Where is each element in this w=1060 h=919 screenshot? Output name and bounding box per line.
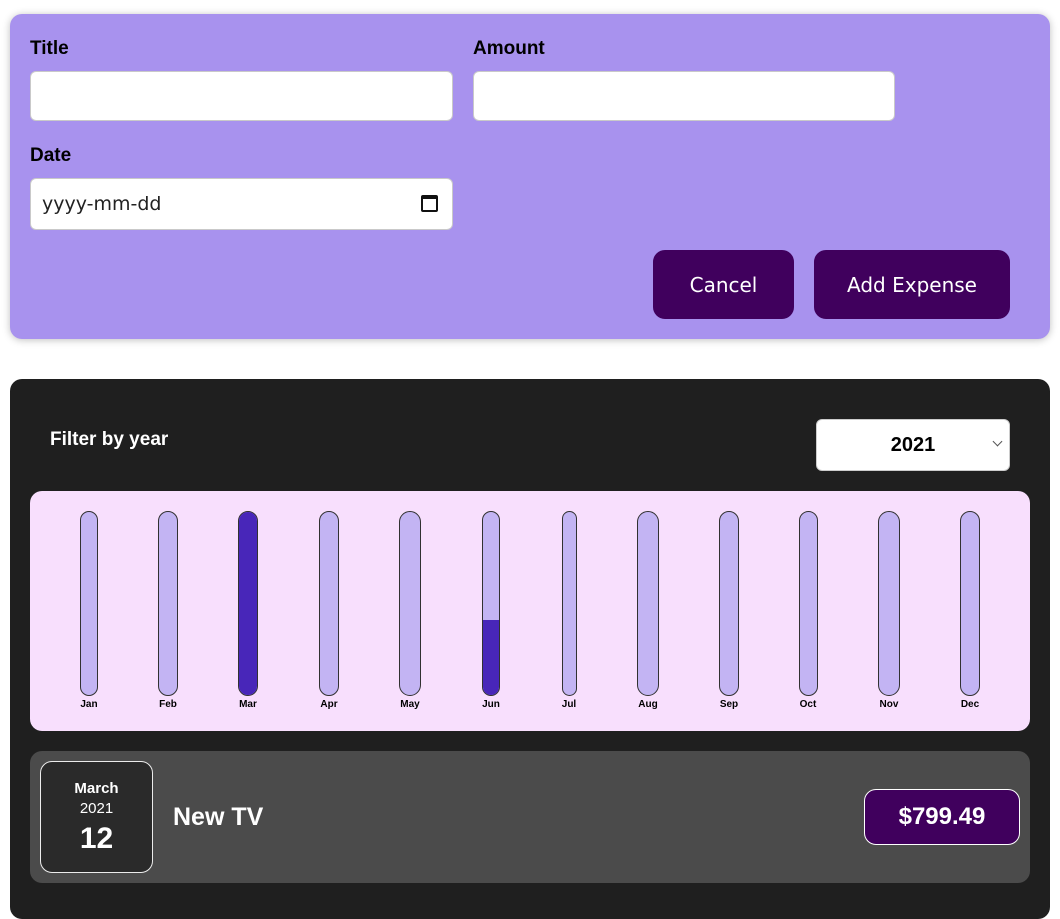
- expense-date-day: 12: [79, 822, 114, 855]
- title-label: Title: [30, 38, 69, 59]
- chart-bar-label: Mar: [239, 699, 257, 710]
- amount-field[interactable]: [473, 71, 895, 121]
- expense-title: New TV: [173, 803, 264, 831]
- chart-bar-label: Apr: [320, 699, 338, 710]
- calendar-icon[interactable]: [421, 195, 438, 212]
- chart-bar-track: [719, 511, 739, 696]
- chart-bar-track: [238, 511, 258, 696]
- chart-bar-fill: [483, 619, 499, 695]
- chart-bar-track: [960, 511, 980, 696]
- expense-date-year: 2021: [79, 800, 114, 817]
- date-placeholder: yyyy-mm-dd: [42, 193, 162, 215]
- chart-bar-label: Feb: [159, 699, 177, 710]
- expense-amount: $799.49: [864, 789, 1020, 845]
- expense-date-month: March: [74, 780, 119, 797]
- title-field[interactable]: [30, 71, 453, 121]
- chart-bar-track: [878, 511, 900, 696]
- cancel-button[interactable]: Cancel: [653, 250, 794, 319]
- chart-bar-label: Jun: [482, 699, 500, 710]
- chevron-down-icon: [992, 436, 1003, 447]
- chart-bar-track: [399, 511, 421, 696]
- expense-item[interactable]: March 2021 12 New TV $799.49: [30, 751, 1030, 883]
- chart-bar-track: [319, 511, 339, 696]
- chart-bar-track: [637, 511, 659, 696]
- chart-bar-label: Dec: [960, 699, 980, 710]
- chart-bar-label: Aug: [638, 699, 658, 710]
- chart-bar-label: Nov: [879, 699, 899, 710]
- title-input[interactable]: [42, 72, 441, 120]
- filter-label: Filter by year: [50, 429, 169, 450]
- chart-bar-track: [482, 511, 500, 696]
- chart-bar-label: Sep: [719, 699, 739, 710]
- chart-bar-label: Oct: [799, 699, 817, 710]
- year-select[interactable]: 2021: [816, 419, 1010, 471]
- amount-input[interactable]: [485, 72, 883, 120]
- chart-bar-track: [158, 511, 178, 696]
- chart-bar-track: [80, 511, 98, 696]
- date-field[interactable]: yyyy-mm-dd: [30, 178, 453, 230]
- chart-bar-track: [561, 511, 577, 696]
- chart-bar-label: May: [400, 699, 420, 710]
- chart-bar-track: [798, 511, 818, 696]
- chart-bar-fill: [239, 512, 257, 695]
- year-select-value: 2021: [890, 433, 936, 456]
- amount-label: Amount: [473, 38, 545, 59]
- expense-date: March 2021 12: [40, 761, 153, 873]
- date-label: Date: [30, 145, 72, 166]
- monthly-expenses-chart: Jan Feb Mar Apr May Jun Jul Aug Sep Oct Nov Dec: [30, 491, 1030, 731]
- chart-bar-label: Jan: [80, 699, 98, 710]
- new-expense-form: Title Amount Date yyyy-mm-dd Cancel Add …: [10, 14, 1050, 339]
- expenses-panel: Filter by year 2021 Jan Feb Mar Apr May Jun Ju…: [10, 379, 1050, 919]
- add-expense-button[interactable]: Add Expense: [814, 250, 1010, 319]
- chart-bar-label: Jul: [561, 699, 577, 710]
